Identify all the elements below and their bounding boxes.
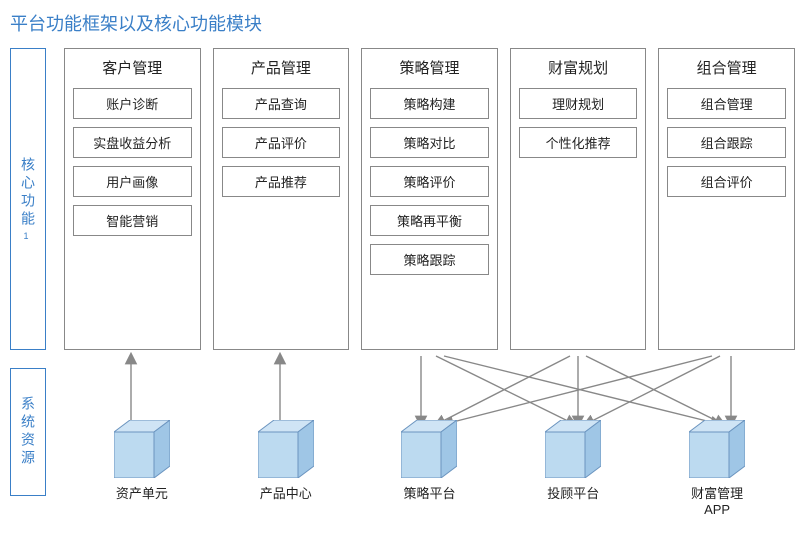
module-item: 产品评价: [222, 127, 341, 158]
module-item: 智能营销: [73, 205, 192, 236]
module-item: 组合评价: [667, 166, 786, 197]
module-customer: 客户管理 账户诊断 实盘收益分析 用户画像 智能营销: [64, 48, 201, 350]
cube-icon: [545, 420, 601, 478]
module-title: 组合管理: [697, 57, 757, 78]
module-title: 产品管理: [251, 57, 311, 78]
cube-icon: [689, 420, 745, 478]
main-layout: 核心功能 1 系统资源 客户管理 账户诊断 实盘收益分析 用户画像 智能营销 产…: [10, 48, 795, 517]
cube-icon: [258, 420, 314, 478]
resource-label: 财富管理APP: [691, 486, 743, 517]
module-item: 策略对比: [370, 127, 489, 158]
side-label-core: 核心功能 1: [10, 48, 46, 350]
resource-label: 策略平台: [403, 486, 455, 502]
module-item: 理财规划: [519, 88, 638, 119]
side-label-sys-text: 系统资源: [18, 396, 38, 468]
cube-icon: [401, 420, 457, 478]
content-area: 客户管理 账户诊断 实盘收益分析 用户画像 智能营销 产品管理 产品查询 产品评…: [46, 48, 795, 517]
module-strategy: 策略管理 策略构建 策略对比 策略评价 策略再平衡 策略跟踪: [361, 48, 498, 350]
resource-asset-unit: 资产单元: [76, 420, 208, 517]
resource-label: 资产单元: [116, 486, 168, 502]
module-wealth: 财富规划 理财规划 个性化推荐: [510, 48, 647, 350]
module-title: 财富规划: [548, 57, 608, 78]
module-item: 产品查询: [222, 88, 341, 119]
modules-row: 客户管理 账户诊断 实盘收益分析 用户画像 智能营销 产品管理 产品查询 产品评…: [64, 48, 795, 350]
side-label-core-text: 核心功能: [18, 157, 38, 229]
side-labels-column: 核心功能 1 系统资源: [10, 48, 46, 517]
module-title: 客户管理: [102, 57, 162, 78]
module-item: 策略评价: [370, 166, 489, 197]
resource-strategy-platform: 策略平台: [364, 420, 496, 517]
module-item: 策略构建: [370, 88, 489, 119]
resource-advisory-platform: 投顾平台: [507, 420, 639, 517]
side-label-sys: 系统资源: [10, 368, 46, 496]
module-title: 策略管理: [399, 57, 459, 78]
module-item: 组合管理: [667, 88, 786, 119]
module-item: 个性化推荐: [519, 127, 638, 158]
side-label-core-footnote: 1: [24, 231, 33, 241]
diagram-title: 平台功能框架以及核心功能模块: [10, 10, 795, 36]
cube-icon: [114, 420, 170, 478]
module-item: 产品推荐: [222, 166, 341, 197]
module-item: 组合跟踪: [667, 127, 786, 158]
resource-wealth-app: 财富管理APP: [651, 420, 783, 517]
resource-label: 产品中心: [260, 486, 312, 502]
resources-row: 资产单元 产品中心: [64, 420, 795, 517]
module-product: 产品管理 产品查询 产品评价 产品推荐: [213, 48, 350, 350]
module-item: 实盘收益分析: [73, 127, 192, 158]
module-item: 账户诊断: [73, 88, 192, 119]
resource-product-center: 产品中心: [220, 420, 352, 517]
resource-label: 投顾平台: [547, 486, 599, 502]
module-item: 用户画像: [73, 166, 192, 197]
module-item: 策略跟踪: [370, 244, 489, 275]
module-portfolio: 组合管理 组合管理 组合跟踪 组合评价: [658, 48, 795, 350]
module-item: 策略再平衡: [370, 205, 489, 236]
